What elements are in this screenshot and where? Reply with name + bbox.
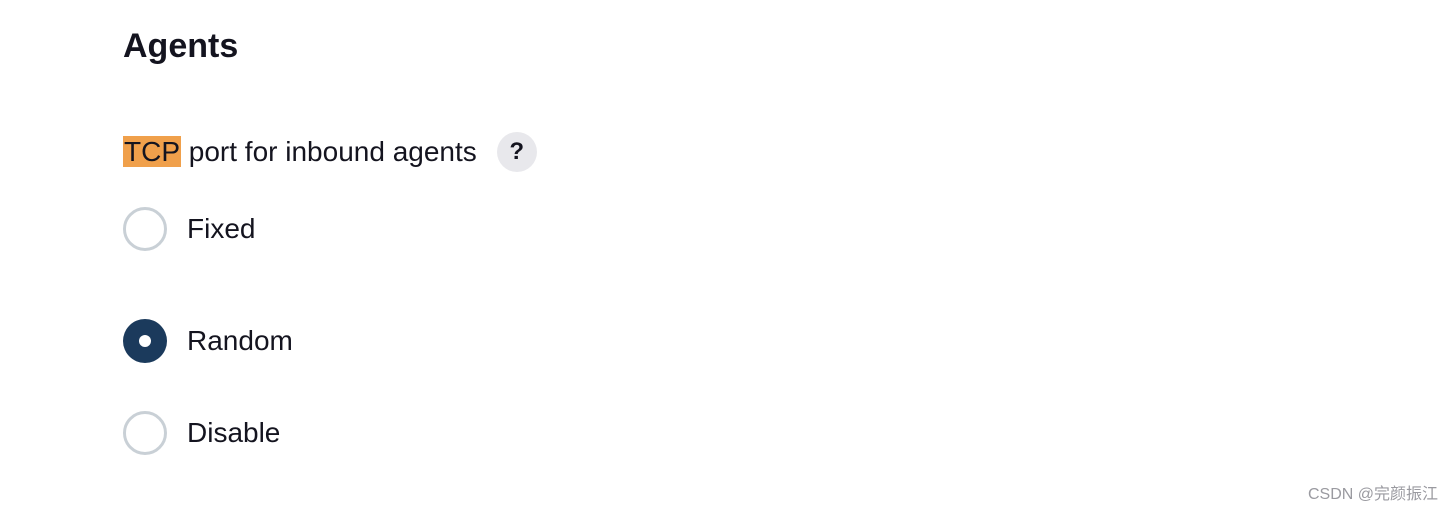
radio-option-fixed[interactable]: Fixed (123, 207, 255, 251)
radio-selected-icon[interactable] (123, 319, 167, 363)
radio-option-random[interactable]: Random (123, 319, 293, 363)
radio-label-random[interactable]: Random (187, 323, 293, 359)
radio-unselected-icon[interactable] (123, 411, 167, 455)
field-label-text: port for inbound agents (181, 136, 477, 167)
radio-dot (139, 335, 151, 347)
radio-unselected-icon[interactable] (123, 207, 167, 251)
help-button[interactable]: ? (496, 132, 537, 172)
tcp-port-field-header: TCP port for inbound agents ? (123, 131, 537, 173)
radio-label-fixed[interactable]: Fixed (187, 211, 255, 247)
watermark: CSDN @完颜振江 (1307, 486, 1438, 503)
field-label: TCP port for inbound agents (123, 134, 477, 170)
question-mark-icon: ? (509, 138, 525, 165)
radio-label-disable[interactable]: Disable (187, 415, 280, 451)
agents-config-page: Agents TCP port for inbound agents ? Fix… (0, 0, 1454, 512)
section-title: Agents (123, 27, 239, 65)
radio-option-disable[interactable]: Disable (123, 411, 280, 455)
search-highlight: TCP (123, 136, 181, 167)
